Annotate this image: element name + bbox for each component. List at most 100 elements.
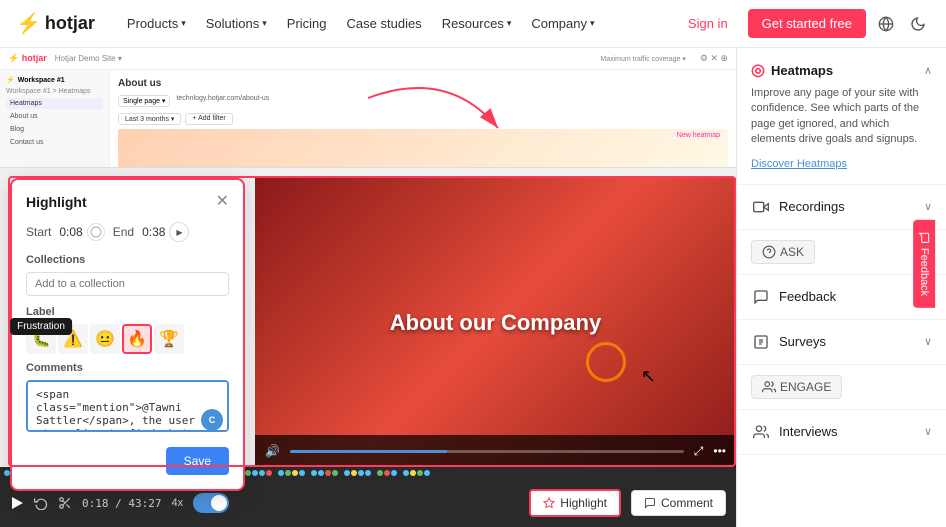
- end-time-input: 0:38 ▶: [142, 222, 189, 242]
- tl-dot: [278, 470, 284, 476]
- video-content: About our Company ↖ 🔊 ⤢ •••: [255, 178, 736, 467]
- interviews-section[interactable]: Interviews ∨: [737, 410, 946, 455]
- nav-links: Products ▾ Solutions ▾ Pricing Case stud…: [119, 12, 676, 35]
- ask-badge[interactable]: ASK: [751, 240, 815, 264]
- feedback-item-left: Feedback: [751, 287, 836, 307]
- time-row: Start 0:08 End 0:38 ▶: [26, 222, 229, 242]
- logo[interactable]: ⚡ hotjar: [16, 11, 95, 36]
- nav-products[interactable]: Products ▾: [119, 12, 194, 35]
- interviews-item-left: Interviews: [751, 422, 838, 442]
- mini-controls: Single page ▾ technlogy.hotjar.com/about…: [118, 95, 728, 107]
- feedback-icon: [751, 287, 771, 307]
- recordings-item[interactable]: Recordings ∨: [751, 197, 932, 217]
- interviews-icon: [751, 422, 771, 442]
- mini-sidebar-blog: Blog: [6, 124, 103, 135]
- recordings-label: Recordings: [779, 199, 845, 214]
- comments-section: Comments <span class="mention">@Tawni Sa…: [26, 362, 229, 437]
- tl-dot: [384, 470, 390, 476]
- nav-case-studies[interactable]: Case studies: [339, 12, 430, 35]
- feedback-floating-tab[interactable]: Feedback: [913, 219, 935, 307]
- tl-dot: [358, 470, 364, 476]
- video-progress-bar[interactable]: [290, 450, 684, 453]
- video-volume-icon[interactable]: 🔊: [265, 444, 280, 458]
- tl-dot: [332, 470, 338, 476]
- nav-solutions[interactable]: Solutions ▾: [198, 12, 275, 35]
- feedback-tab-icon: [918, 231, 930, 243]
- comment-button[interactable]: Comment: [631, 490, 726, 516]
- tl-dot: [403, 470, 409, 476]
- video-player[interactable]: About our Company ↖ 🔊 ⤢ •••: [255, 178, 736, 467]
- nav-company[interactable]: Company ▾: [523, 12, 602, 35]
- comment-wrapper: <span class="mention">@Tawni Sattler</sp…: [26, 380, 229, 437]
- interviews-item[interactable]: Interviews ∨: [751, 422, 932, 442]
- tl-dot: [285, 470, 291, 476]
- video-expand-icon[interactable]: ⤢: [694, 444, 704, 459]
- tl-dot: [252, 470, 258, 476]
- heatmaps-header[interactable]: ◎ Heatmaps ∧: [751, 60, 932, 80]
- tl-dot: [311, 470, 317, 476]
- circle-icon: [90, 226, 102, 238]
- interviews-label: Interviews: [779, 424, 838, 439]
- timeline-back-button[interactable]: [34, 496, 48, 510]
- mini-nav: ⚡ hotjar Hotjar Demo Site ▾ Maximum traf…: [0, 48, 736, 70]
- globe-icon-button[interactable]: [874, 12, 898, 36]
- timeline-play-button[interactable]: [10, 496, 24, 510]
- timeline-time: 0:18 / 43:27: [82, 497, 161, 510]
- emoji-trophy-button[interactable]: 🏆: [154, 324, 184, 354]
- play-icon: [10, 496, 24, 510]
- speed-toggle[interactable]: [193, 493, 229, 513]
- surveys-label: Surveys: [779, 334, 826, 349]
- toggle-button[interactable]: [193, 493, 229, 513]
- heatmaps-description: Improve any page of your site with confi…: [751, 86, 932, 148]
- emoji-fire-button[interactable]: 🔥: [122, 324, 152, 354]
- surveys-item[interactable]: Surveys ∨: [751, 332, 932, 352]
- mini-workspace: Workspace #1: [18, 77, 65, 84]
- resources-arrow-icon: ▾: [507, 18, 512, 29]
- heatmaps-icon: ◎: [751, 60, 765, 80]
- tl-dot: [365, 470, 371, 476]
- heatmaps-label: ◎ Heatmaps: [751, 60, 833, 80]
- feedback-label: Feedback: [779, 289, 836, 304]
- modal-title: Highlight: [26, 194, 87, 210]
- sign-in-button[interactable]: Sign in: [676, 10, 740, 37]
- video-company-text: About our Company: [390, 310, 601, 336]
- interviews-chevron-icon: ∨: [924, 425, 932, 438]
- discover-heatmaps-link[interactable]: Discover Heatmaps: [751, 158, 847, 170]
- mini-sidebar-about: About us: [6, 111, 103, 122]
- tl-dot: [318, 470, 324, 476]
- collection-input[interactable]: [26, 272, 229, 296]
- emoji-frustration-wrapper: Frustration 🐛: [26, 324, 56, 354]
- video-more-icon[interactable]: •••: [713, 444, 726, 458]
- timeline-trim-button[interactable]: [58, 496, 72, 510]
- hotjar-logo-icon: ⚡: [16, 11, 41, 36]
- nav-resources[interactable]: Resources ▾: [434, 12, 520, 35]
- comment-input[interactable]: <span class="mention">@Tawni Sattler</sp…: [26, 380, 229, 432]
- recordings-chevron-icon: ∨: [924, 200, 932, 213]
- highlight-button[interactable]: Highlight: [529, 489, 621, 517]
- nav-pricing[interactable]: Pricing: [279, 12, 335, 35]
- get-started-button[interactable]: Get started free: [748, 9, 866, 38]
- dark-mode-button[interactable]: [906, 12, 930, 36]
- end-label: End: [113, 225, 134, 239]
- mini-page-title: About us: [118, 78, 728, 89]
- engage-badge[interactable]: ENGAGE: [751, 375, 842, 399]
- comment-avatar: C: [201, 409, 223, 431]
- mini-sidebar: ⚡ Workspace #1 Workspace #1 > Heatmaps H…: [0, 70, 110, 168]
- tl-dot: [410, 470, 416, 476]
- start-time-input: 0:08: [59, 223, 104, 241]
- mini-action-btns: Last 3 months ▾ + Add filter: [118, 113, 728, 125]
- timeline-speed: 4x: [171, 497, 183, 509]
- emoji-neutral-button[interactable]: 😐: [90, 324, 120, 354]
- modal-header: Highlight ✕: [26, 194, 229, 210]
- main-area: ⚡ hotjar Hotjar Demo Site ▾ Maximum traf…: [0, 48, 946, 527]
- mini-workspace-label: Workspace #1 > Heatmaps: [6, 88, 103, 95]
- save-button[interactable]: Save: [166, 447, 229, 475]
- tl-dot: [344, 470, 350, 476]
- end-play-control[interactable]: ▶: [169, 222, 189, 242]
- globe-icon: [878, 16, 894, 32]
- start-time-control[interactable]: [87, 223, 105, 241]
- feedback-item[interactable]: Feedback ∨: [751, 287, 932, 307]
- surveys-section[interactable]: Surveys ∨: [737, 320, 946, 365]
- recordings-icon: [751, 197, 771, 217]
- modal-close-button[interactable]: ✕: [216, 194, 229, 210]
